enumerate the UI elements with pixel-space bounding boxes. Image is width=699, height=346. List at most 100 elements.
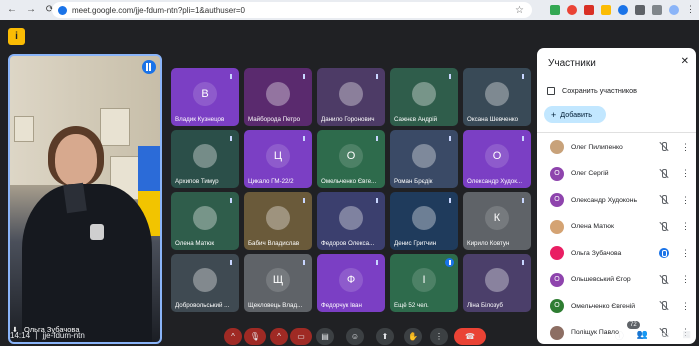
save-icon	[547, 86, 555, 95]
mic-off-icon[interactable]	[659, 221, 669, 232]
more-options-button[interactable]: ⋮	[430, 328, 448, 345]
more-options-icon[interactable]: ⋮	[681, 274, 690, 285]
extensions-bar: ⋮	[550, 4, 695, 15]
meeting-code: jje-fdum-ntn	[42, 331, 85, 340]
more-options-icon[interactable]: ⋮	[681, 142, 690, 153]
mic-options-button[interactable]: ^	[224, 328, 242, 345]
more-options-icon[interactable]: ⋮	[681, 248, 690, 259]
extension-icon[interactable]	[584, 4, 594, 15]
participant-tile[interactable]: Роман Брєдік	[390, 130, 458, 188]
participant-tile[interactable]: Данило Горонович	[317, 68, 385, 126]
main-speaker-tile[interactable]: ⬇ Ольга Зубачова	[8, 54, 162, 344]
participant-row[interactable]: Ольга Зубачова ⋮	[550, 244, 690, 262]
more-options-icon[interactable]: ⋮	[681, 301, 690, 312]
participant-tile[interactable]: Ф Федорчук Іван	[317, 254, 385, 312]
mic-off-icon[interactable]	[659, 142, 669, 152]
meet-stage: i ⬇ Ольга Зубачова В Владик Кузнецов Майбо…	[0, 20, 699, 346]
participant-tile[interactable]: Сажнєв Андрій	[390, 68, 458, 126]
participant-name: Майборода Петро	[248, 116, 301, 123]
mic-off-icon	[518, 196, 527, 205]
chat-icon[interactable]: ▭	[661, 329, 670, 342]
avatar: В	[193, 82, 217, 106]
participant-tile[interactable]: О Олександр Худок...	[463, 130, 531, 188]
mic-off-icon	[372, 196, 381, 205]
more-options-icon[interactable]: ⋮	[681, 195, 690, 206]
participant-name: Роман Брєдік	[394, 178, 433, 185]
participant-tile[interactable]: Щ Щекловець Влад...	[244, 254, 312, 312]
participant-row[interactable]: Олег Пилипенко ⋮	[550, 138, 690, 156]
participant-tile[interactable]: Ц Цикало ГМ-22/2	[244, 130, 312, 188]
avatar	[412, 82, 436, 106]
participant-row[interactable]: Олена Матюк ⋮	[550, 218, 690, 236]
more-options-icon[interactable]: ⋮	[681, 221, 690, 232]
participant-row[interactable]: О Олександр Худоконь ⋮	[550, 191, 690, 209]
participant-name: Олег Пилипенко	[571, 143, 623, 151]
participant-tile[interactable]: Добровольський ...	[171, 254, 239, 312]
sidebar-icon[interactable]	[652, 4, 662, 15]
bookmark-star-icon[interactable]: ☆	[515, 5, 524, 16]
forward-icon[interactable]: →	[24, 3, 38, 17]
people-icon[interactable]: 👥	[637, 329, 648, 342]
participant-tile[interactable]: Ліна Білозуб	[463, 254, 531, 312]
more-options-icon[interactable]: ⋮	[681, 168, 690, 179]
back-icon[interactable]: ←	[5, 3, 19, 17]
mic-off-icon	[445, 196, 454, 205]
extension-icon[interactable]	[567, 4, 577, 15]
speaking-icon[interactable]	[659, 248, 669, 258]
extension-icon[interactable]	[601, 4, 611, 15]
extensions-puzzle-icon[interactable]	[635, 4, 645, 15]
extension-icon[interactable]	[550, 4, 560, 15]
participant-tile[interactable]: I Ещё 52 чел.	[390, 254, 458, 312]
extension-icon[interactable]	[618, 4, 628, 15]
leave-call-button[interactable]: ☎	[454, 328, 486, 345]
avatar	[412, 206, 436, 230]
profile-avatar[interactable]	[669, 4, 679, 15]
browser-menu-icon[interactable]: ⋮	[686, 4, 695, 15]
participant-name: Олена Матюк	[571, 223, 614, 230]
mic-on-icon	[445, 258, 454, 267]
participant-tile[interactable]: Олена Матюк	[171, 192, 239, 250]
site-info-icon[interactable]	[58, 5, 67, 15]
address-bar[interactable]: meet.google.com/jje-fdum-ntn?pli=1&authu…	[52, 2, 532, 18]
mic-off-icon	[299, 72, 308, 81]
avatar	[193, 268, 217, 292]
avatar	[485, 268, 509, 292]
raise-hand-button[interactable]: ✋	[404, 328, 422, 345]
participant-row[interactable]: О Олег Сергій ⋮	[550, 165, 690, 183]
avatar: О	[339, 144, 363, 168]
meeting-details-icon[interactable]: ⓘ	[615, 329, 624, 342]
close-icon[interactable]: ✕	[681, 56, 689, 67]
participant-row[interactable]: О Омельченко Євгеній ⋮	[550, 297, 690, 315]
participant-tile[interactable]: Оксана Шевченко	[463, 68, 531, 126]
emoji-button[interactable]: ☺	[346, 328, 364, 345]
participant-tile[interactable]: В Владик Кузнецов	[171, 68, 239, 126]
mic-off-icon[interactable]	[659, 301, 669, 311]
participant-tile[interactable]: Майборода Петро	[244, 68, 312, 126]
mic-off-icon[interactable]	[659, 195, 669, 205]
add-people-button[interactable]: + Добавить	[544, 106, 606, 123]
participant-tile[interactable]: О Омельченко Євге...	[317, 130, 385, 188]
meeting-info-icon[interactable]: i	[8, 28, 25, 45]
participant-name: Олег Сергій	[571, 170, 609, 177]
participant-name: Олена Матюк	[175, 240, 215, 247]
save-participants-button[interactable]: Сохранить участников	[547, 86, 637, 95]
participant-tile[interactable]: Архипов Тимур	[171, 130, 239, 188]
participant-row[interactable]: О Ольшевський Єгор ⋮	[550, 271, 690, 289]
participant-tile[interactable]: Бабич Владислав	[244, 192, 312, 250]
captions-button[interactable]: ▤	[316, 328, 334, 345]
add-people-label: Добавить	[560, 110, 593, 119]
mic-off-icon[interactable]	[659, 274, 669, 285]
participant-tile[interactable]: К Кирило Ковтун	[463, 192, 531, 250]
mic-toggle-button[interactable]: 🎙	[244, 328, 266, 345]
participant-tile[interactable]: Денис Гритчин	[390, 192, 458, 250]
participant-name: Бабич Владислав	[248, 240, 300, 247]
present-button[interactable]: ⬆	[376, 328, 394, 345]
add-person-icon: +	[551, 109, 557, 120]
camera-options-button[interactable]: ^	[270, 328, 288, 345]
mic-off-icon[interactable]	[659, 168, 669, 179]
speaking-icon	[142, 60, 156, 74]
camera-toggle-button[interactable]: ▭	[290, 328, 312, 345]
activities-icon[interactable]: ▦	[682, 329, 691, 342]
participant-tile[interactable]: Федоров Олекса...	[317, 192, 385, 250]
control-bar: 14:14 | jje-fdum-ntn ^ 🎙 ^ ▭ ▤ ☺ ⬆ ✋ ⋮ ☎…	[0, 321, 699, 346]
